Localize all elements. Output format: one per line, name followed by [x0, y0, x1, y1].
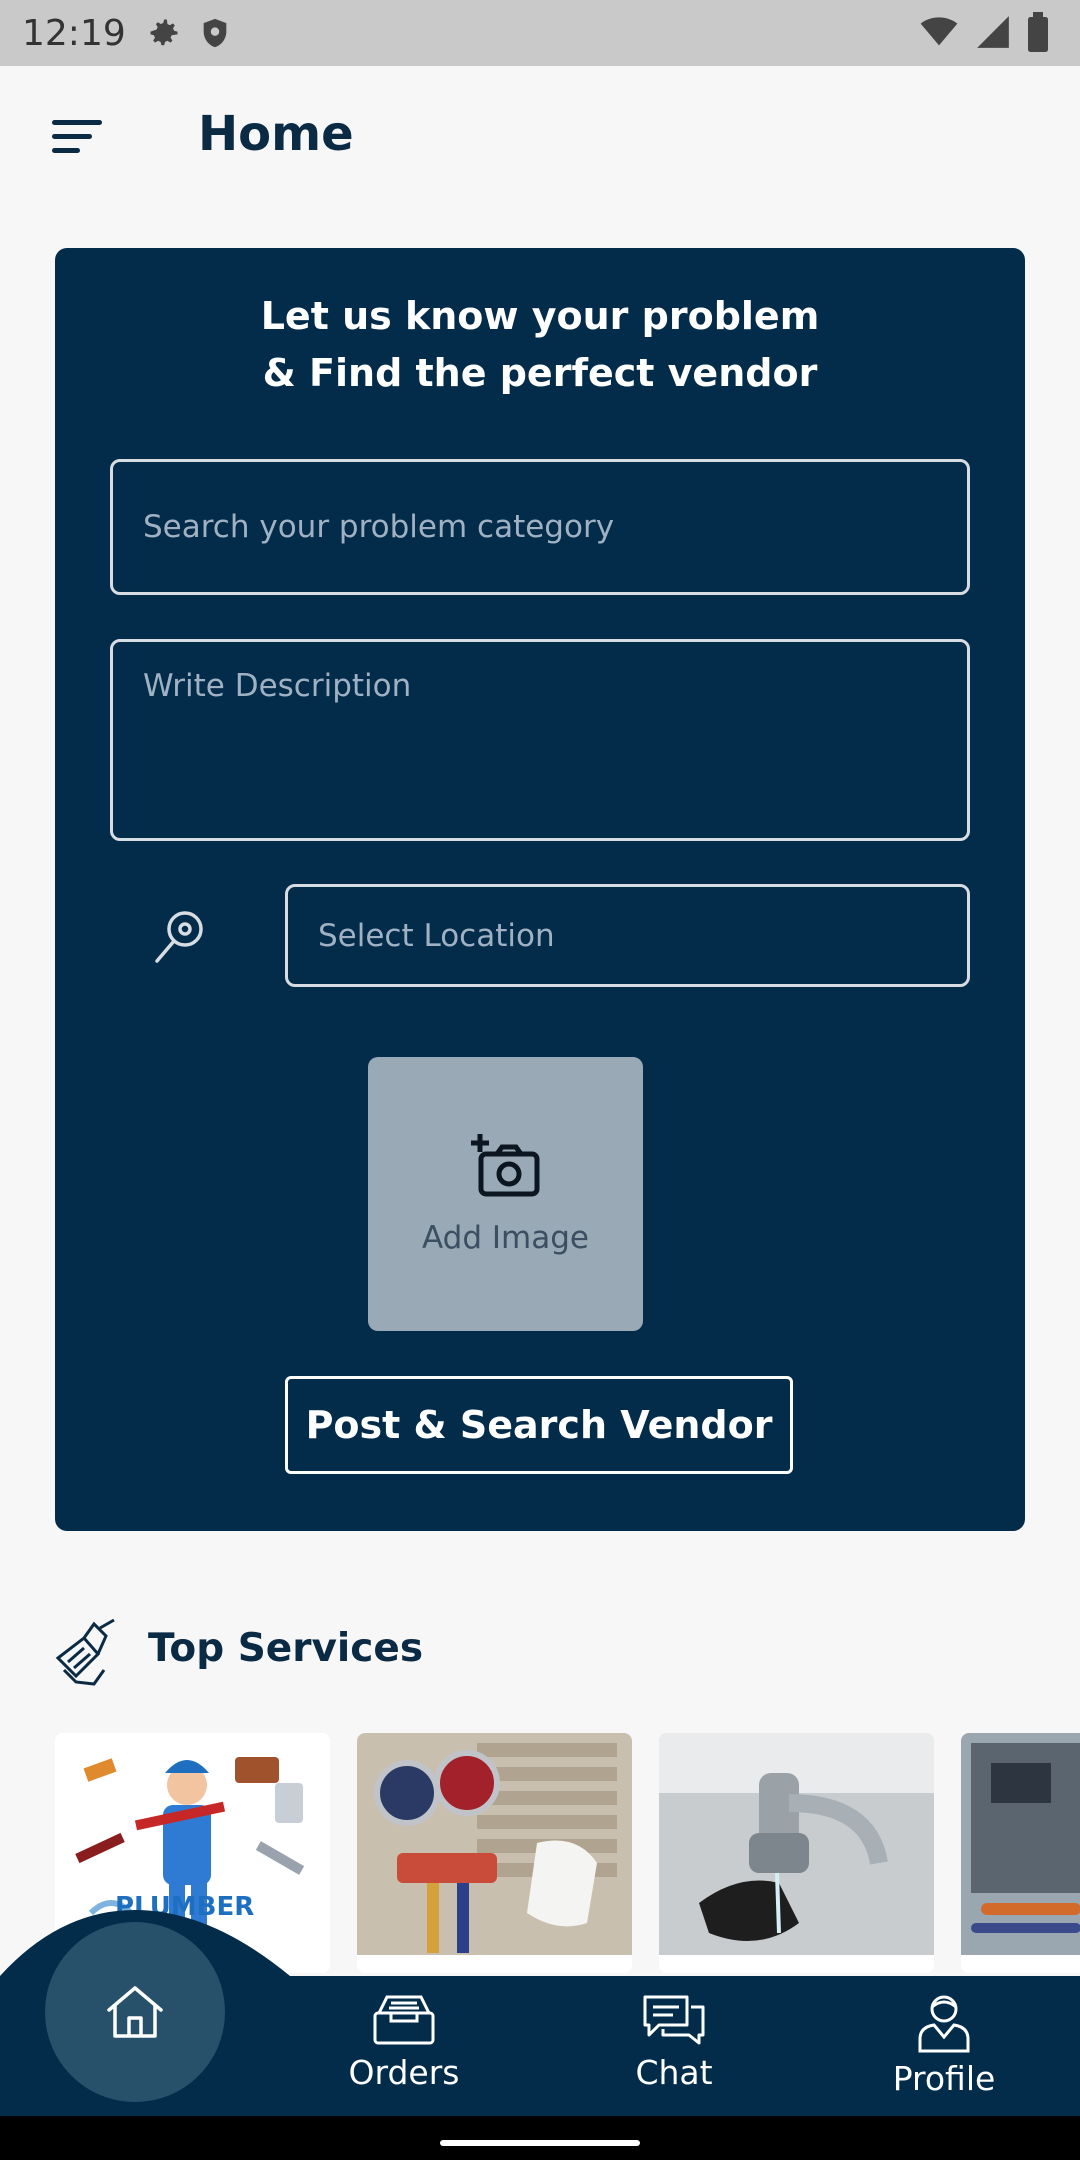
card-heading: Let us know your problem & Find the perf… [55, 288, 1025, 402]
description-input[interactable]: Write Description [110, 639, 970, 841]
card-heading-line1: Let us know your problem [260, 294, 820, 338]
tap-repair-image [659, 1733, 934, 1955]
nav-profile[interactable]: Profile [844, 1993, 1044, 2113]
problem-card: Let us know your problem & Find the perf… [55, 248, 1025, 1531]
chat-icon [643, 1995, 705, 2045]
location-placeholder: Select Location [318, 917, 555, 954]
nav-orders-label: Orders [348, 2053, 460, 2092]
status-bar: 12:19 [0, 0, 1080, 66]
signal-icon [977, 16, 1009, 48]
nav-profile-label: Profile [892, 2059, 996, 2098]
add-image-label: Add Image [422, 1220, 589, 1256]
home-icon [107, 1986, 163, 2038]
tools-icon [55, 1618, 115, 1686]
profile-icon [918, 1995, 970, 2053]
card-heading-line2: & Find the perfect vendor [262, 351, 818, 395]
ac-repair-image [357, 1733, 632, 1955]
home-gesture-handle[interactable] [440, 2140, 640, 2146]
service-card-tap-repair[interactable] [659, 1733, 934, 1973]
location-pin-icon[interactable] [147, 905, 211, 969]
top-services-title: Top Services [148, 1626, 424, 1671]
nav-home[interactable] [45, 1922, 225, 2102]
nav-chat-label: Chat [635, 2053, 713, 2092]
orders-icon [373, 1995, 435, 2045]
settings-icon [150, 19, 178, 46]
app-bar: Home [0, 66, 1080, 216]
category-search-placeholder: Search your problem category [143, 509, 615, 545]
service-card-ac-repair[interactable] [357, 1733, 632, 1973]
description-placeholder: Write Description [143, 668, 412, 704]
service-card-appliance-repair[interactable] [961, 1733, 1080, 1973]
battery-icon [1028, 12, 1048, 52]
gesture-bar [0, 2116, 1080, 2160]
add-photo-icon [471, 1134, 540, 1197]
nav-chat[interactable]: Chat [574, 1993, 774, 2113]
shield-icon [203, 18, 227, 48]
location-select[interactable]: Select Location [285, 884, 970, 987]
nav-orders[interactable]: Orders [304, 1993, 504, 2113]
menu-icon[interactable] [44, 120, 108, 164]
status-time: 12:19 [22, 12, 126, 54]
category-search-input[interactable]: Search your problem category [110, 459, 970, 595]
wifi-icon [920, 17, 958, 46]
add-image-button[interactable]: Add Image [368, 1057, 643, 1331]
post-search-vendor-button[interactable]: Post & Search Vendor [285, 1376, 793, 1474]
appliance-repair-image [961, 1733, 1080, 1955]
page-title: Home [198, 106, 354, 162]
